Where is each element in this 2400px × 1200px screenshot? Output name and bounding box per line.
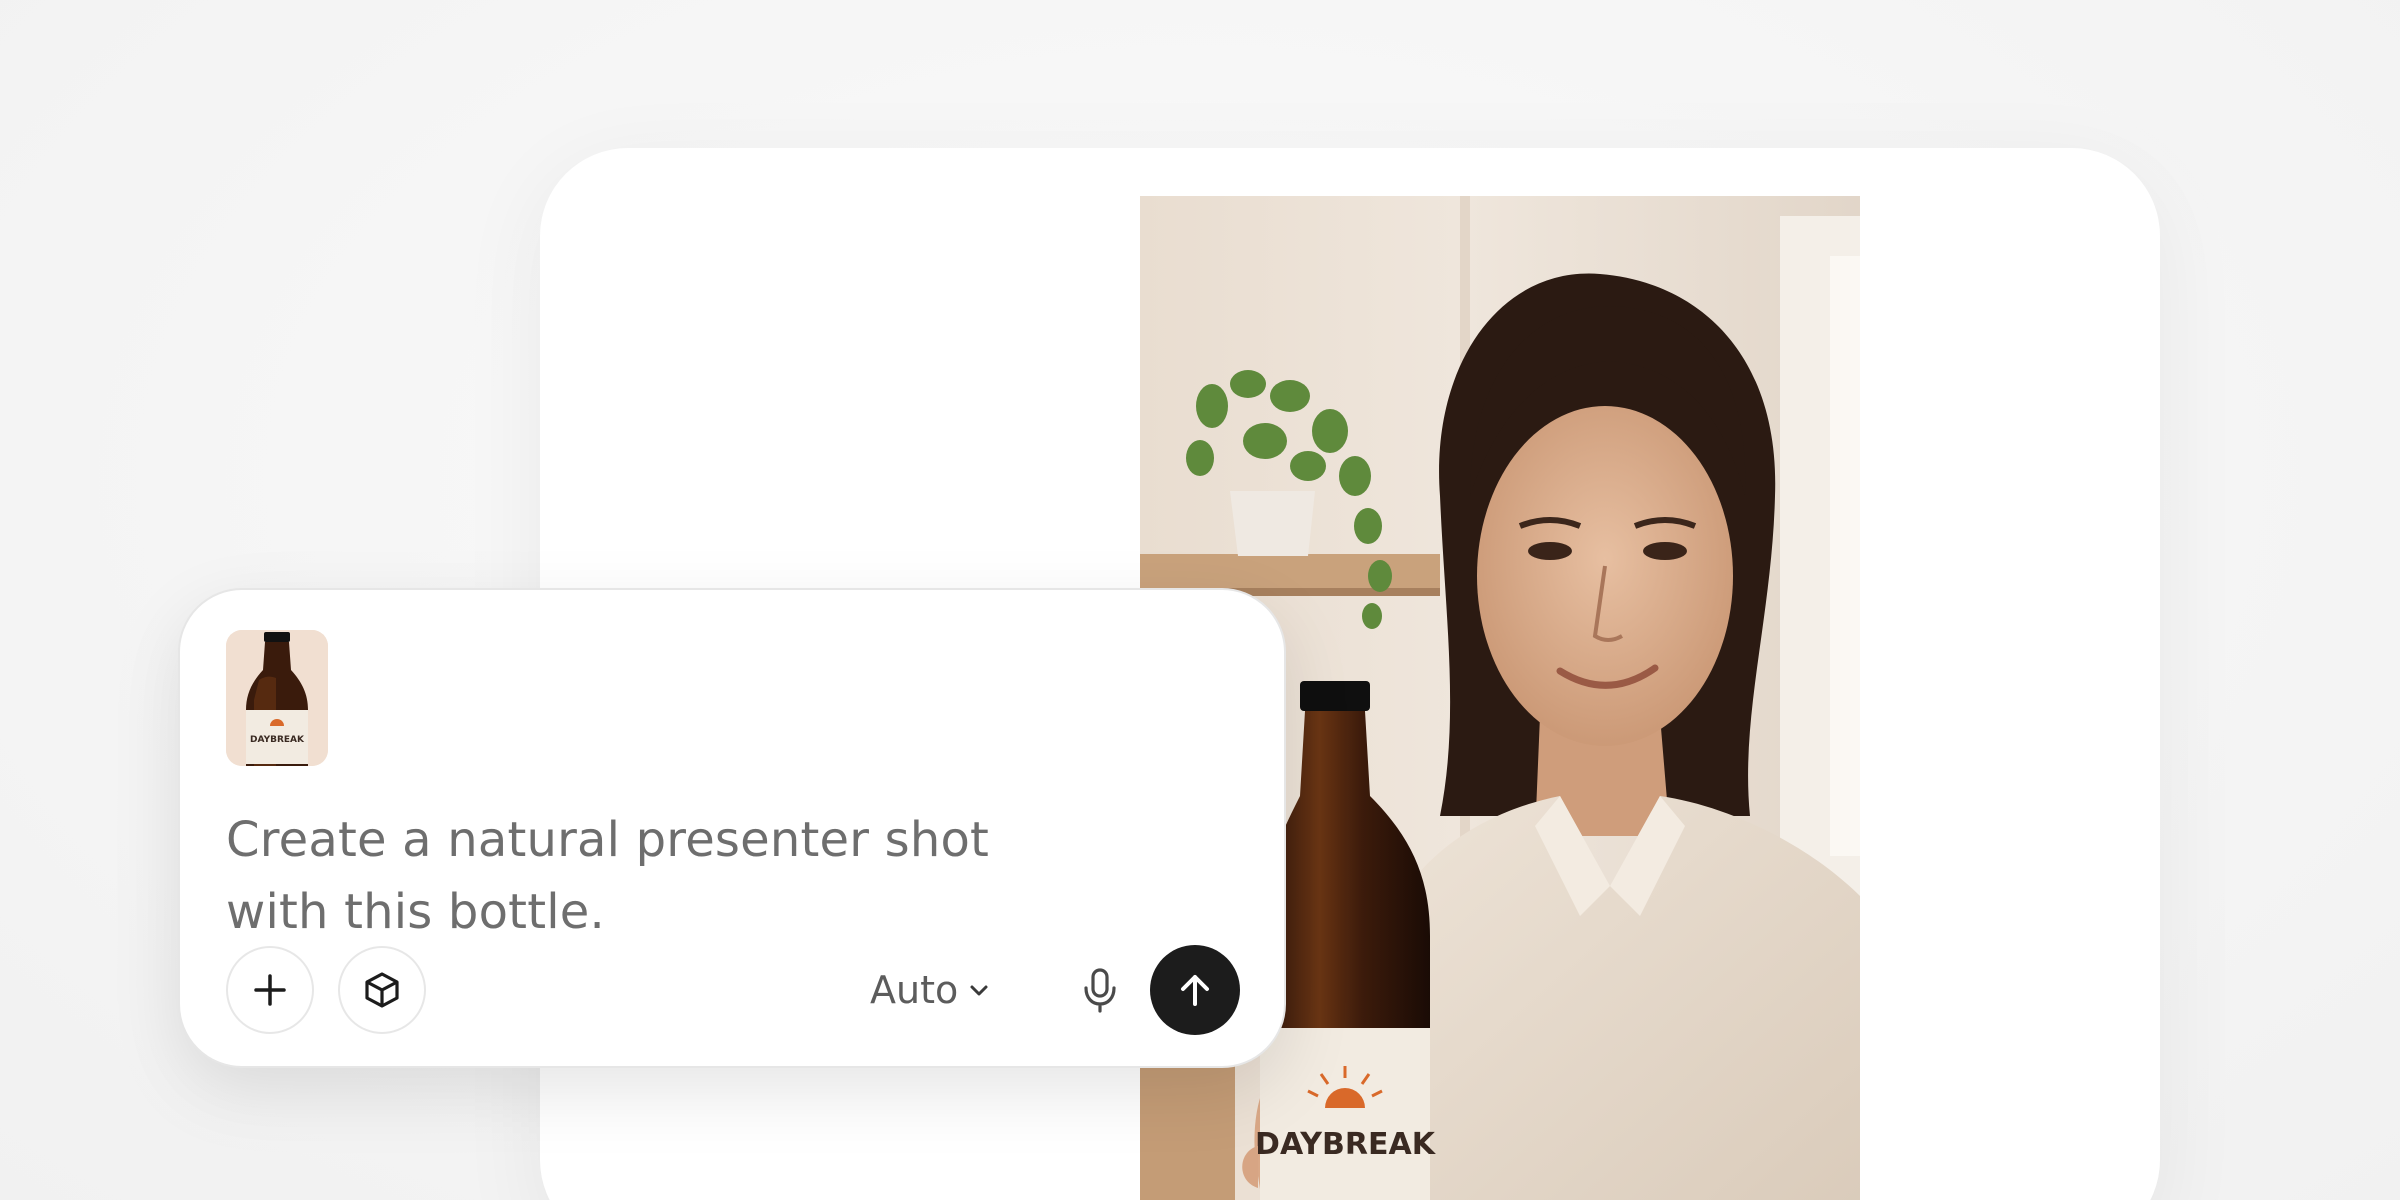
chevron-down-icon bbox=[970, 985, 988, 996]
arrow-up-icon bbox=[1181, 975, 1209, 1006]
plus-icon bbox=[254, 974, 286, 1006]
bottle-thumbnail-image: DAYBREAK bbox=[226, 630, 328, 766]
prompt-input[interactable]: Create a natural presenter shot with thi… bbox=[226, 804, 1086, 948]
model-selector[interactable]: Auto bbox=[870, 960, 990, 1020]
send-button[interactable] bbox=[1150, 945, 1240, 1035]
microphone-icon bbox=[1084, 968, 1116, 1013]
cube-icon bbox=[365, 972, 399, 1008]
bottle-label-text: DAYBREAK bbox=[1255, 1127, 1437, 1162]
thumbnail-label: DAYBREAK bbox=[250, 735, 305, 745]
attachment-thumbnail[interactable]: DAYBREAK bbox=[226, 630, 328, 766]
model-selector-value: Auto bbox=[870, 968, 959, 1012]
object-button[interactable] bbox=[338, 946, 426, 1034]
microphone-button[interactable] bbox=[1060, 950, 1140, 1030]
add-button[interactable] bbox=[226, 946, 314, 1034]
prompt-composer: DAYBREAK Create a natural presenter shot… bbox=[178, 588, 1286, 1068]
